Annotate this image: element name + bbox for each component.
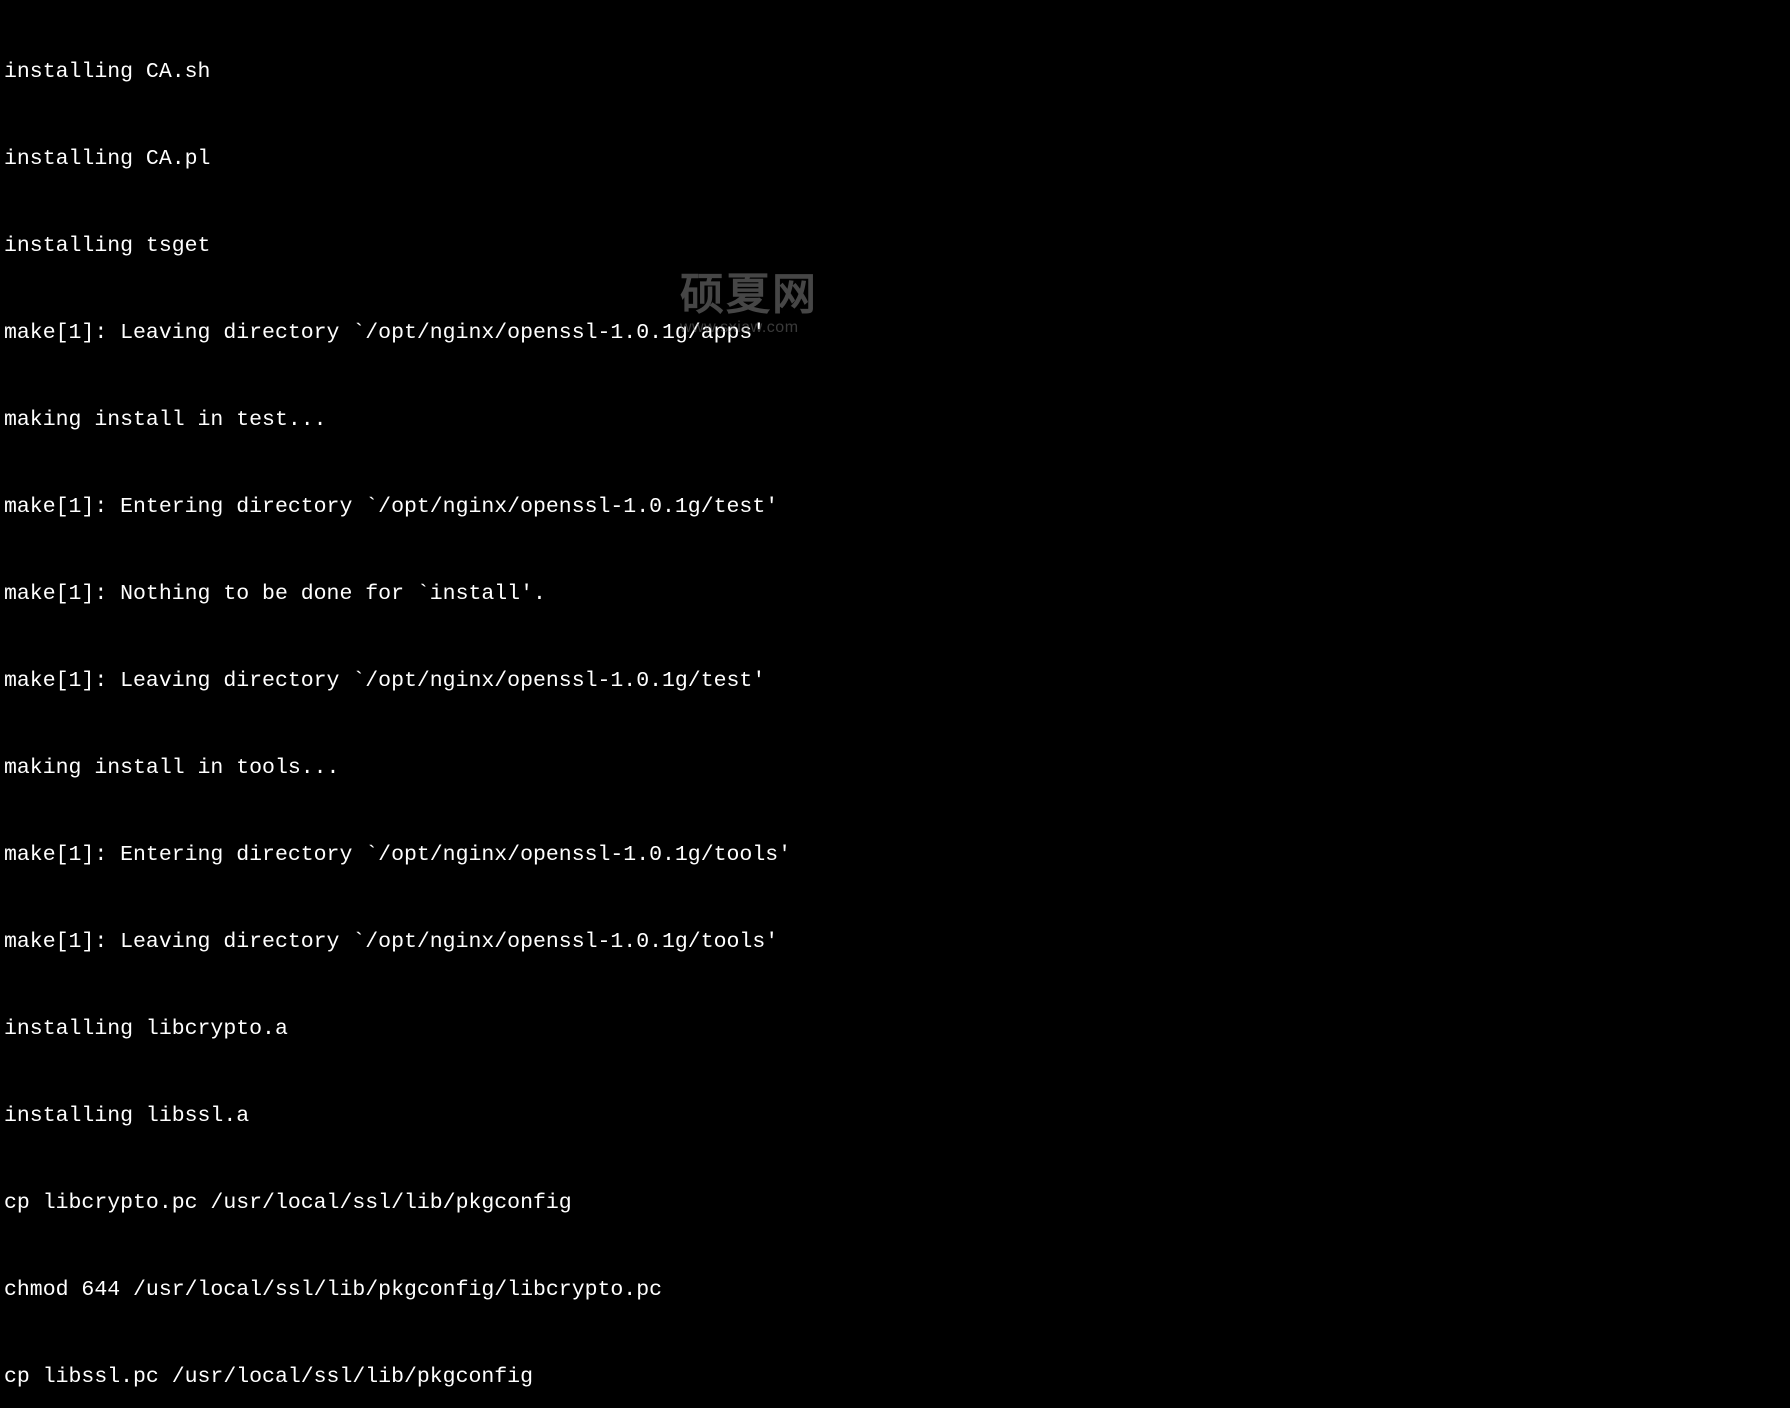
terminal-line: making install in tools...: [4, 754, 1786, 783]
terminal-line: make[1]: Entering directory `/opt/nginx/…: [4, 841, 1786, 870]
terminal-line: make[1]: Nothing to be done for `install…: [4, 580, 1786, 609]
terminal-line: installing libcrypto.a: [4, 1015, 1786, 1044]
terminal-line: making install in test...: [4, 406, 1786, 435]
terminal-line: installing CA.sh: [4, 58, 1786, 87]
terminal-line: cp libssl.pc /usr/local/ssl/lib/pkgconfi…: [4, 1363, 1786, 1392]
terminal-line: installing CA.pl: [4, 145, 1786, 174]
terminal-line: make[1]: Leaving directory `/opt/nginx/o…: [4, 319, 1786, 348]
terminal-line: chmod 644 /usr/local/ssl/lib/pkgconfig/l…: [4, 1276, 1786, 1305]
terminal-line: installing libssl.a: [4, 1102, 1786, 1131]
terminal-line: installing tsget: [4, 232, 1786, 261]
terminal-line: make[1]: Leaving directory `/opt/nginx/o…: [4, 928, 1786, 957]
terminal-line: cp libcrypto.pc /usr/local/ssl/lib/pkgco…: [4, 1189, 1786, 1218]
terminal-line: make[1]: Entering directory `/opt/nginx/…: [4, 493, 1786, 522]
terminal-line: make[1]: Leaving directory `/opt/nginx/o…: [4, 667, 1786, 696]
terminal-output[interactable]: installing CA.sh installing CA.pl instal…: [4, 0, 1786, 1408]
